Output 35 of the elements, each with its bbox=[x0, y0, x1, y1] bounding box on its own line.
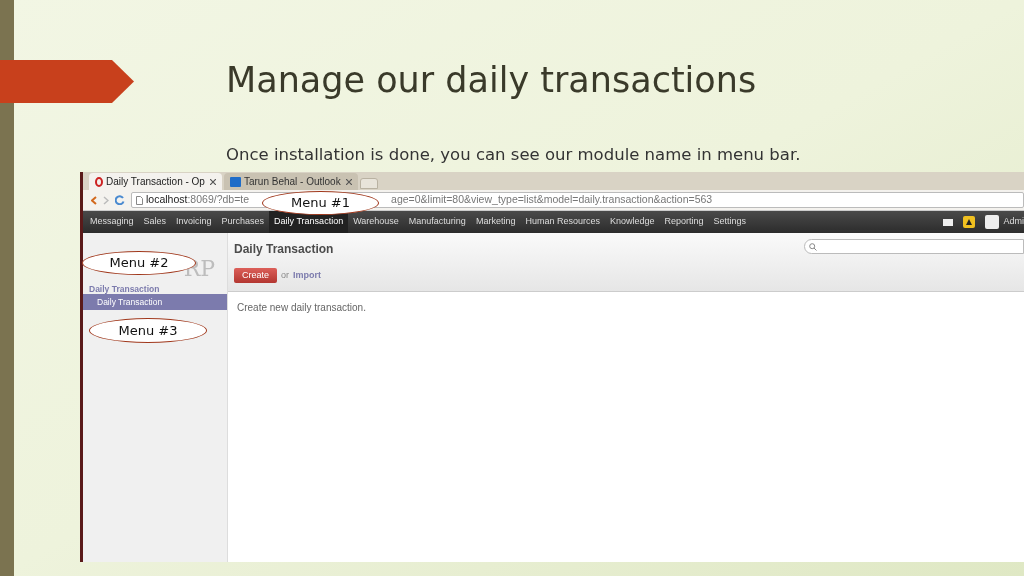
sidebar-heading: Daily Transaction bbox=[88, 283, 161, 292]
create-button[interactable]: Create bbox=[234, 268, 277, 283]
avatar-icon bbox=[985, 215, 1000, 229]
menu-item[interactable]: Human Resources bbox=[520, 211, 605, 233]
new-tab-button[interactable] bbox=[359, 178, 378, 189]
menu-item[interactable]: Sales bbox=[138, 211, 172, 233]
menu-item[interactable]: Messaging bbox=[85, 211, 139, 233]
menu-item[interactable]: Settings bbox=[708, 211, 752, 233]
sidebar-item[interactable]: Daily Transaction bbox=[83, 294, 227, 310]
close-icon[interactable] bbox=[345, 178, 352, 185]
search-field[interactable] bbox=[804, 239, 1024, 254]
reload-icon[interactable] bbox=[115, 195, 125, 205]
browser-tab[interactable]: Daily Transaction - Op bbox=[89, 173, 222, 190]
menu-item[interactable]: Knowledge bbox=[604, 211, 660, 233]
menu-item[interactable]: Marketing bbox=[470, 211, 521, 233]
menu-item[interactable]: Reporting bbox=[659, 211, 709, 233]
menu-item[interactable]: Daily Transaction bbox=[269, 211, 349, 233]
forward-icon[interactable] bbox=[103, 195, 109, 205]
page-title: Daily Transaction bbox=[234, 241, 334, 258]
slide-title: Manage our daily transactions bbox=[226, 59, 758, 102]
search-icon bbox=[809, 242, 817, 251]
opera-icon bbox=[95, 176, 103, 187]
empty-message: Create new daily transaction. bbox=[236, 301, 367, 315]
mail-icon[interactable] bbox=[943, 218, 954, 226]
user-name[interactable]: Admi bbox=[1003, 215, 1024, 229]
slide-subtitle: Once installation is done, you can see our module name in menu bar. bbox=[226, 144, 802, 166]
or-text: or bbox=[281, 268, 290, 282]
browser-tab[interactable]: Tarun Behal - Outlook bbox=[223, 173, 358, 190]
page-icon bbox=[136, 195, 143, 205]
menu-item[interactable]: Invoicing bbox=[171, 211, 217, 233]
warning-icon[interactable] bbox=[963, 216, 976, 228]
mail-app-icon bbox=[229, 176, 241, 187]
menu-item[interactable]: Manufacturing bbox=[403, 211, 471, 233]
back-icon[interactable] bbox=[91, 195, 97, 205]
close-icon[interactable] bbox=[209, 178, 216, 185]
